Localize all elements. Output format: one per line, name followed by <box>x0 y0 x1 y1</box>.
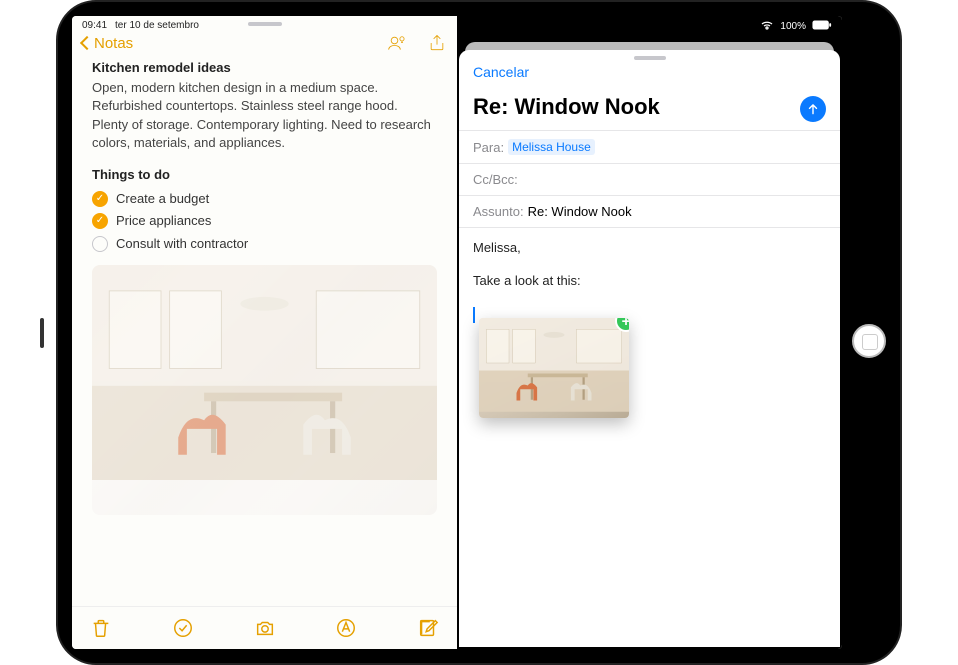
back-button[interactable]: Notas <box>82 35 133 52</box>
to-field[interactable]: Para: Melissa House <box>459 130 840 163</box>
subject-label: Assunto: <box>473 204 524 219</box>
text-cursor <box>473 307 475 323</box>
room-photo-illustration <box>92 265 437 481</box>
home-button[interactable] <box>852 324 886 358</box>
status-bar-right: 100% <box>760 20 832 33</box>
cancel-button[interactable]: Cancelar <box>473 64 529 80</box>
todo-label: Create a budget <box>116 190 209 208</box>
camera-icon[interactable] <box>254 617 276 639</box>
notes-bottom-toolbar <box>72 606 457 649</box>
cc-bcc-field[interactable]: Cc/Bcc: <box>459 163 840 195</box>
back-label: Notas <box>94 35 133 52</box>
list-item[interactable]: Consult with contractor <box>92 233 437 255</box>
compose-icon[interactable] <box>417 617 439 639</box>
wifi-icon <box>760 20 774 33</box>
note-subhead: Things to do <box>92 166 437 184</box>
body-line2: Take a look at this: <box>473 273 826 288</box>
send-button[interactable] <box>800 96 826 122</box>
note-content[interactable]: Kitchen remodel ideas Open, modern kitch… <box>72 59 457 606</box>
trash-icon[interactable] <box>90 617 112 639</box>
device-side-button <box>40 318 44 348</box>
room-photo-thumb-illustration <box>479 318 629 412</box>
todo-list: ✓ Create a budget ✓ Price appliances Con… <box>92 188 437 255</box>
mail-subject-heading: Re: Window Nook <box>459 88 840 130</box>
ccbcc-label: Cc/Bcc: <box>473 172 518 187</box>
body-line1: Melissa, <box>473 240 826 255</box>
status-time: 09:41 <box>82 20 107 31</box>
markup-icon[interactable] <box>335 617 357 639</box>
list-item[interactable]: ✓ Create a budget <box>92 188 437 210</box>
checkmark-icon[interactable]: ✓ <box>92 191 108 207</box>
mail-body-textarea[interactable]: Melissa, Take a look at this: <box>459 227 840 647</box>
dragged-photo-thumb[interactable]: + <box>479 318 629 418</box>
notes-app: 09:41 ter 10 de setembro Notas <box>72 16 457 649</box>
status-date: ter 10 de setembro <box>115 20 199 31</box>
share-icon[interactable] <box>427 33 447 53</box>
checkmark-icon[interactable]: ✓ <box>92 213 108 229</box>
sheet-grabber[interactable] <box>634 56 666 60</box>
battery-percent: 100% <box>780 21 806 32</box>
note-title: Kitchen remodel ideas <box>92 59 437 77</box>
todo-label: Consult with contractor <box>116 235 248 253</box>
subject-value: Re: Window Nook <box>528 204 632 219</box>
split-view-screen: 09:41 ter 10 de setembro Notas <box>72 16 842 649</box>
list-item[interactable]: ✓ Price appliances <box>92 210 437 232</box>
to-label: Para: <box>473 140 504 155</box>
empty-circle-icon[interactable] <box>92 236 108 252</box>
battery-full-icon <box>812 20 832 33</box>
mail-compose-sheet: Cancelar Re: Window Nook Para: Melissa H… <box>459 50 840 647</box>
split-view-grabber[interactable] <box>248 22 282 26</box>
collaborate-icon[interactable] <box>387 33 407 53</box>
note-paragraph: Open, modern kitchen design in a medium … <box>92 79 437 152</box>
note-attached-photo[interactable] <box>92 265 437 515</box>
mail-header: Cancelar <box>459 62 840 88</box>
ipad-frame: 09:41 ter 10 de setembro Notas <box>56 0 902 665</box>
notes-nav-bar: Notas <box>72 31 457 59</box>
mail-app: 100% Cancelar Re: Window Nook Para: <box>457 16 842 649</box>
checklist-icon[interactable] <box>172 617 194 639</box>
recipient-chip[interactable]: Melissa House <box>508 139 595 155</box>
chevron-left-icon <box>80 36 94 50</box>
arrow-up-icon <box>806 102 820 116</box>
subject-field[interactable]: Assunto: Re: Window Nook <box>459 195 840 227</box>
todo-label: Price appliances <box>116 212 211 230</box>
